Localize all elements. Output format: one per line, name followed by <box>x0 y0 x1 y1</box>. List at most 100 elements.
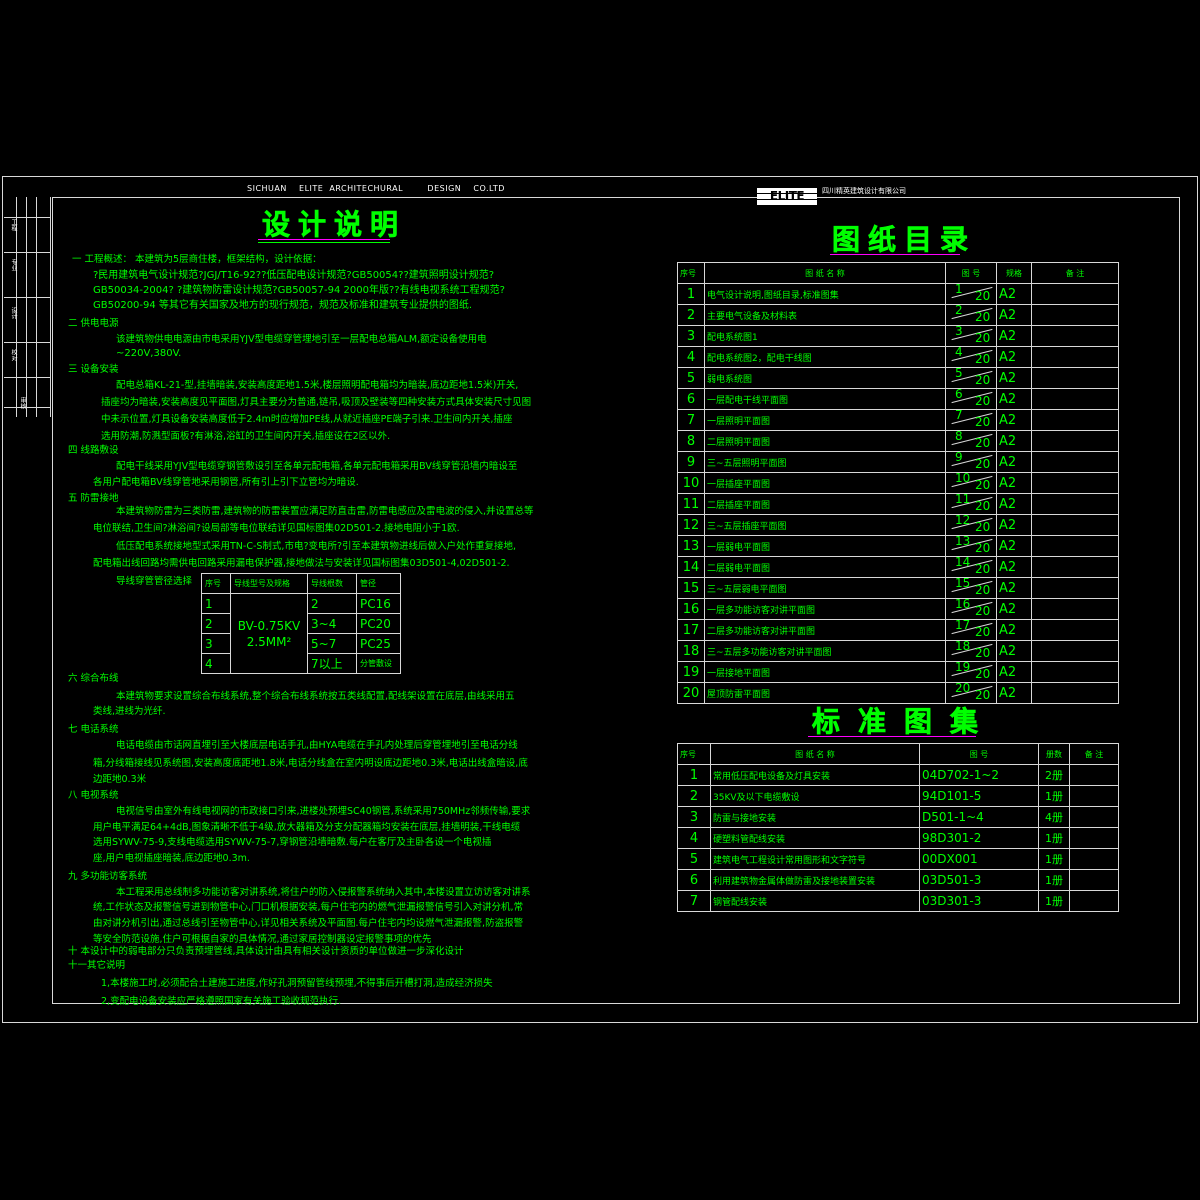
remarks-cell <box>1069 848 1119 870</box>
title-underline <box>830 254 960 255</box>
table-cell: 分管敷设 <box>356 653 401 674</box>
table-cell: PC25 <box>356 633 401 654</box>
table-row: 2 主要电气设备及材料表 2 20 A2 <box>677 304 1119 326</box>
sheet-format: A2 <box>996 388 1032 410</box>
table-cell: 5~7 <box>307 633 357 654</box>
atlas-code: 00DX001 <box>919 848 1039 870</box>
note-line: 三 设备安装 <box>68 364 119 375</box>
remarks-cell <box>1031 430 1119 452</box>
row-number: 6 <box>677 869 711 891</box>
note-line: 配电干线采用YJV型电缆穿钢管敷设引至各单元配电箱,各单元配电箱采用BV线穿管沿… <box>116 461 518 472</box>
atlas-code: 03D501-3 <box>919 869 1039 891</box>
drawing-name: 三~五层多功能访客对讲平面图 <box>704 640 946 662</box>
note-line: 八 电视系统 <box>68 790 119 801</box>
sheet-total: 20 <box>975 646 991 660</box>
table-row: 3 防雷与接地安装 D501-1~4 4册 <box>677 806 1119 828</box>
drawing-name: 电气设计说明,图纸目录,标准图集 <box>704 283 946 305</box>
row-number: 17 <box>677 619 705 641</box>
table-header: 册数 <box>1038 743 1070 765</box>
sheet-total: 20 <box>975 478 991 492</box>
atlas-name: 建筑电气工程设计常用图形和文字符号 <box>710 848 920 870</box>
title-underline <box>808 736 976 737</box>
note-line: 电话电缆由市话网直埋引至大楼底层电话手孔,由HYA电缆在手孔内处理后穿管埋地引至… <box>116 740 518 751</box>
note-line: 类线,进线为光纤. <box>93 706 166 717</box>
sheet-total: 20 <box>975 667 991 681</box>
side-label: 设计 <box>10 307 17 319</box>
sheet-total: 20 <box>975 583 991 597</box>
remarks-cell <box>1031 619 1119 641</box>
row-number: 5 <box>677 848 711 870</box>
side-label: 审核 <box>19 397 26 409</box>
atlas-name: 防雷与接地安装 <box>710 806 920 828</box>
drawing-name: 配电系统图1 <box>704 325 946 347</box>
table-cell: 2 <box>201 613 231 634</box>
sheet-total: 20 <box>975 625 991 639</box>
title-underline <box>258 239 390 240</box>
side-title-strip: 工程 专业 设计 校对 审核 <box>4 197 51 417</box>
sheet-number: 1 20 <box>945 283 997 305</box>
sheet-format: A2 <box>996 556 1032 578</box>
table-row: 18 三~五层多功能访客对讲平面图 18 20 A2 <box>677 640 1119 662</box>
drawing-name: 配电系统图2，配电干线图 <box>704 346 946 368</box>
table-header: 序号 <box>677 743 711 765</box>
side-label: 专业 <box>10 259 17 271</box>
atlas-code: 04D702-1~2 <box>919 764 1039 786</box>
remarks-cell <box>1031 472 1119 494</box>
atlas-name: 钢管配线安装 <box>710 890 920 912</box>
table-row: 14 二层弱电平面图 14 20 A2 <box>677 556 1119 578</box>
remarks-cell <box>1031 577 1119 599</box>
table-row: 6 一层配电干线平面图 6 20 A2 <box>677 388 1119 410</box>
sheet-format: A2 <box>996 661 1032 683</box>
note-line: 本工程采用总线制多功能访客对讲系统,将住户的防入侵报警系统纳入其中,本楼设置立访… <box>116 887 531 898</box>
remarks-cell <box>1031 556 1119 578</box>
remarks-cell <box>1031 682 1119 704</box>
drawing-name: 二层弱电平面图 <box>704 556 946 578</box>
remarks-cell <box>1069 806 1119 828</box>
table-header: 备 注 <box>1069 743 1119 765</box>
remarks-cell <box>1031 367 1119 389</box>
table-header: 序号 <box>677 262 705 284</box>
wire-spec: 2.5MM² <box>246 634 292 649</box>
remarks-cell <box>1069 827 1119 849</box>
note-line: GB50034-2004? ?建筑物防雷设计规范?GB50057-94 2000… <box>93 285 505 296</box>
table-cell: PC20 <box>356 613 401 634</box>
drawing-list-title: 图纸目录 <box>832 223 977 257</box>
sheet-format: A2 <box>996 472 1032 494</box>
sheet-total: 20 <box>975 541 991 555</box>
drawing-name: 三~五层弱电平面图 <box>704 577 946 599</box>
sheet-format: A2 <box>996 640 1032 662</box>
sheet-total: 20 <box>975 499 991 513</box>
sheet-number: 11 20 <box>945 493 997 515</box>
wire-spec-cell: BV-0.75KV 2.5MM² <box>230 593 308 674</box>
sheet-number: 7 20 <box>945 409 997 431</box>
table-row: 7 钢管配线安装 03D301-3 1册 <box>677 890 1119 912</box>
sheet-format: A2 <box>996 283 1032 305</box>
sheet-number: 19 20 <box>945 661 997 683</box>
company-chinese-name: 四川精英建筑设计有限公司 <box>822 187 906 195</box>
sheet-number: 5 20 <box>945 367 997 389</box>
sheet-format: A2 <box>996 451 1032 473</box>
table-cell: 1 <box>201 593 231 614</box>
table-header: 导线根数 <box>307 573 357 594</box>
drawing-name: 二层插座平面图 <box>704 493 946 515</box>
table-row: 19 一层接地平面图 19 20 A2 <box>677 661 1119 683</box>
sheet-format: A2 <box>996 304 1032 326</box>
note-line: ?民用建筑电气设计规范?JGJ/T16-92??低压配电设计规范?GB50054… <box>93 270 495 281</box>
remarks-cell <box>1031 409 1119 431</box>
note-line: 低压配电系统接地型式采用TN-C-S制式,市电?变电所?引至本建筑物进线后做入户… <box>116 541 517 552</box>
remarks-cell <box>1031 493 1119 515</box>
drawing-name: 一层照明平面图 <box>704 409 946 431</box>
note-line: 四 线路敷设 <box>68 445 119 456</box>
remarks-cell <box>1031 283 1119 305</box>
row-number: 16 <box>677 598 705 620</box>
note-line: 六 综合布线 <box>68 673 119 684</box>
row-number: 7 <box>677 409 705 431</box>
note-line: 一 工程概述： 本建筑为5层商住楼，框架结构，设计依据： <box>72 254 322 265</box>
logo-text: ELITE <box>769 189 805 203</box>
sheet-total: 20 <box>975 352 991 366</box>
row-number: 14 <box>677 556 705 578</box>
table-cell: 4 <box>201 653 231 674</box>
note-line: 电视信号由室外有线电视网的市政接口引来,进楼处预埋SC40钢管,系统采用750M… <box>116 806 531 817</box>
remarks-cell <box>1031 661 1119 683</box>
table-row: 5 建筑电气工程设计常用图形和文字符号 00DX001 1册 <box>677 848 1119 870</box>
